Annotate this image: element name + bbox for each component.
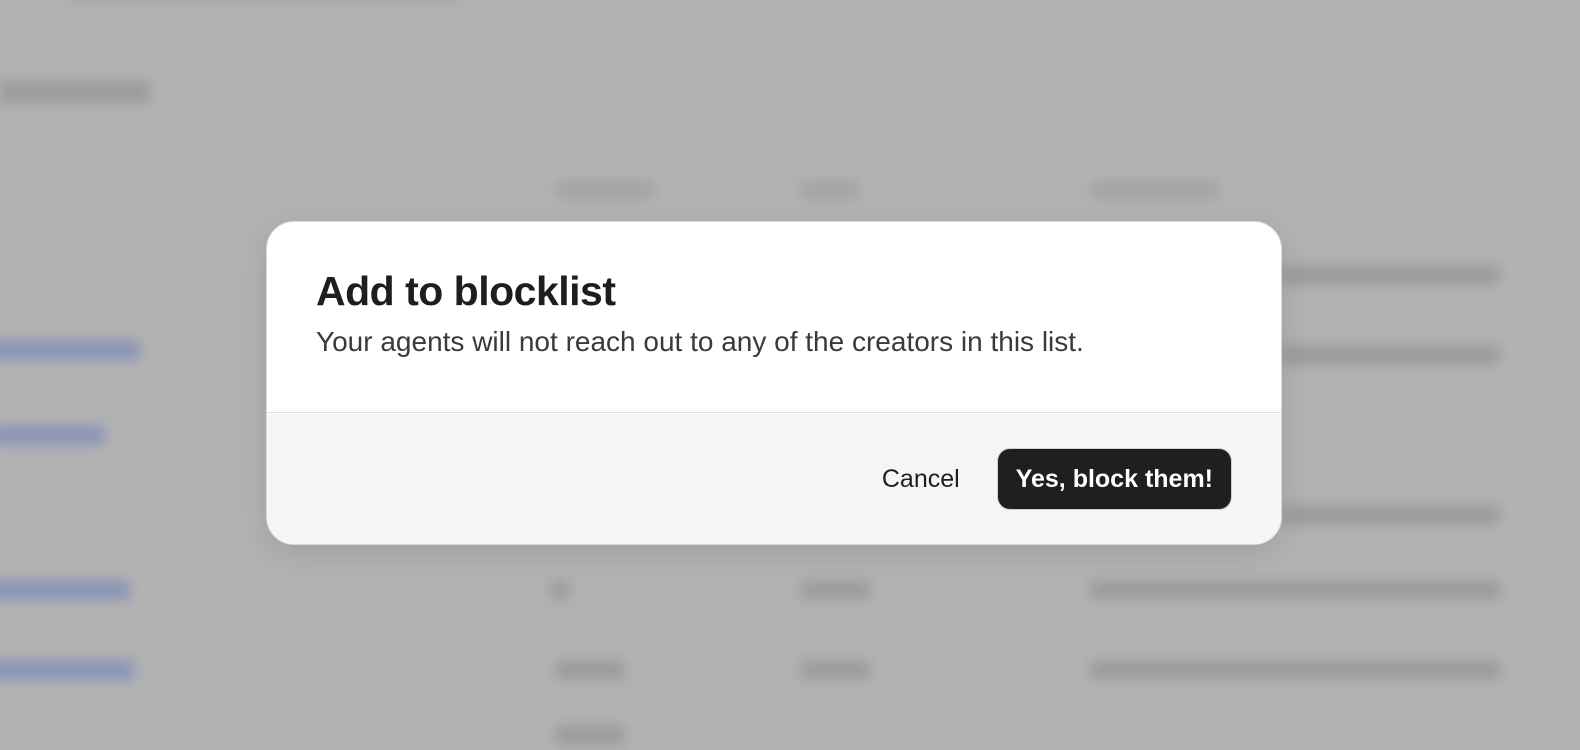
bg-divider [0, 30, 1580, 31]
bg-link-cell [0, 580, 130, 600]
bg-cell [550, 580, 570, 600]
bg-cell [555, 725, 625, 745]
bg-cell [800, 580, 870, 600]
confirm-block-button[interactable]: Yes, block them! [997, 449, 1231, 509]
bg-cell [1090, 660, 1500, 680]
bg-cell [1090, 580, 1500, 600]
bg-cell [800, 660, 870, 680]
cancel-button[interactable]: Cancel [882, 455, 960, 504]
bg-tab [0, 80, 150, 104]
bg-cell [1280, 505, 1500, 525]
bg-link-cell [0, 660, 135, 680]
dialog-footer: Cancel Yes, block them! [267, 414, 1281, 544]
bg-divider [0, 130, 1580, 131]
bg-column-header [555, 180, 655, 200]
bg-header-bar [70, 0, 460, 2]
bg-cell [1280, 345, 1500, 365]
bg-column-header [1090, 180, 1220, 200]
dialog-title: Add to blocklist [316, 268, 616, 314]
bg-column-header [800, 180, 860, 200]
blocklist-dialog: Add to blocklist Your agents will not re… [266, 221, 1282, 545]
bg-cell [1280, 265, 1500, 285]
dialog-body: Add to blocklist Your agents will not re… [267, 222, 1281, 413]
dialog-description: Your agents will not reach out to any of… [316, 326, 1084, 357]
bg-link-cell [0, 425, 105, 445]
bg-cell [555, 660, 625, 680]
bg-link-cell [0, 340, 140, 360]
